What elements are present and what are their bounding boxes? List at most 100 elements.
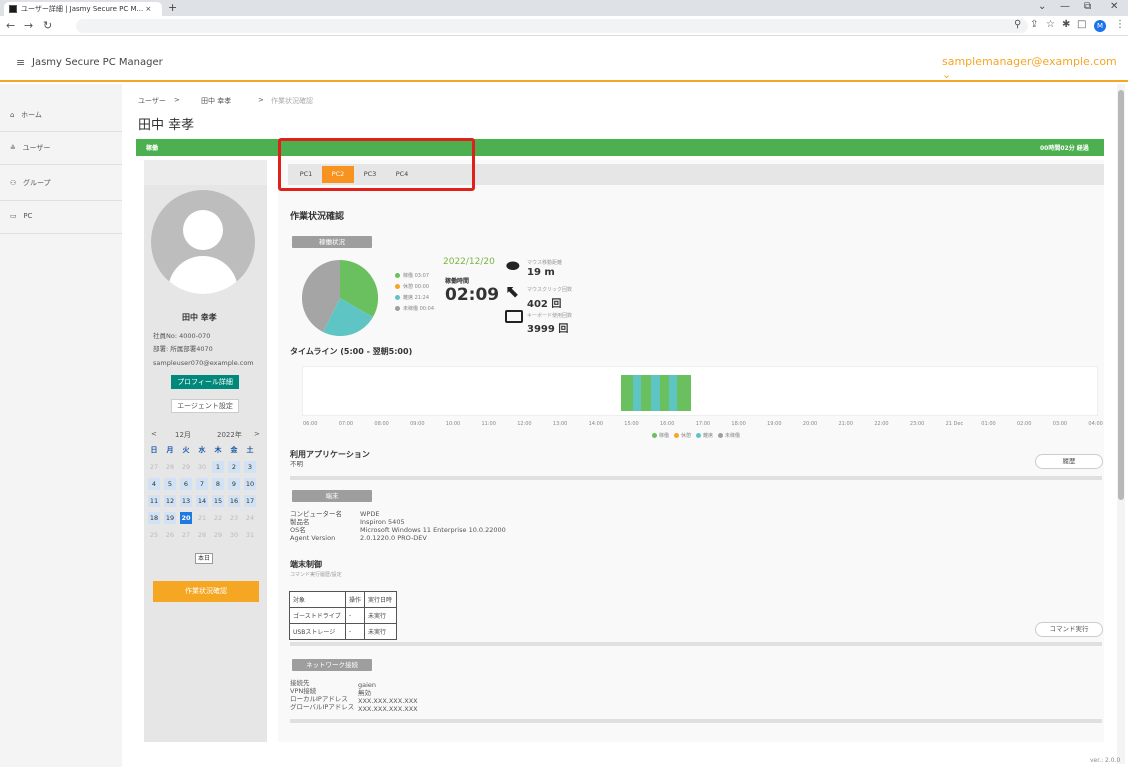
apps-value: 不明: [290, 460, 303, 468]
runtime-label: 稼働時間: [445, 278, 470, 285]
breadcrumb-user[interactable]: 田中 幸孝: [201, 96, 231, 106]
calendar-day[interactable]: 31: [244, 529, 256, 541]
share-icon[interactable]: ⇪: [1030, 19, 1038, 30]
calendar-day[interactable]: 30: [196, 461, 208, 473]
side-panel-icon[interactable]: □: [1077, 19, 1086, 30]
calendar-day[interactable]: 16: [228, 495, 240, 507]
command-execute-button[interactable]: コマンド実行: [1035, 622, 1103, 637]
calendar-day[interactable]: 1: [212, 461, 224, 473]
calendar-day[interactable]: 5: [164, 478, 176, 490]
zoom-icon[interactable]: ⚲: [1014, 19, 1021, 30]
calendar-day[interactable]: 8: [212, 478, 224, 490]
profile-avatar[interactable]: M: [1094, 20, 1106, 32]
calendar-day[interactable]: 25: [148, 529, 160, 541]
divider: [290, 476, 1102, 480]
network-key: VPN接続: [290, 687, 317, 695]
page-title: 田中 幸孝: [138, 118, 195, 133]
calendar-day[interactable]: 11: [148, 495, 160, 507]
calendar-day[interactable]: 3: [244, 461, 256, 473]
hamburger-menu-icon[interactable]: ≡: [16, 56, 25, 69]
network-value: 無効: [358, 689, 371, 697]
timeline-legend-item: 休憩: [674, 432, 691, 439]
calendar-day[interactable]: 20: [180, 512, 192, 524]
status-pie-chart: [302, 260, 378, 336]
calendar-day[interactable]: 17: [244, 495, 256, 507]
calendar-day[interactable]: 2: [228, 461, 240, 473]
keyboard-label: キーボード使用回数: [527, 313, 573, 319]
tab-search-icon[interactable]: ⌄: [1038, 1, 1046, 12]
network-key: ローカルIPアドレス: [290, 695, 348, 703]
work-status-button[interactable]: 作業状況確認: [153, 581, 259, 602]
calendar-day[interactable]: 30: [228, 529, 240, 541]
calendar-day[interactable]: 6: [180, 478, 192, 490]
calendar-day[interactable]: 7: [196, 478, 208, 490]
agent-settings-button[interactable]: エージェント設定: [171, 399, 239, 413]
calendar-day[interactable]: 29: [180, 461, 192, 473]
calendar-day[interactable]: 27: [148, 461, 160, 473]
reload-icon[interactable]: ↻: [43, 19, 52, 32]
calendar-day[interactable]: 9: [228, 478, 240, 490]
calendar-day[interactable]: 22: [212, 512, 224, 524]
account-menu[interactable]: samplemanager@example.com ⌄: [942, 55, 1128, 81]
calendar-day[interactable]: 19: [164, 512, 176, 524]
timeline-tick-label: 23:00: [909, 421, 925, 427]
extensions-icon[interactable]: ✱: [1062, 19, 1070, 30]
calendar-next[interactable]: >: [254, 430, 260, 438]
calendar-day[interactable]: 18: [148, 512, 160, 524]
browser-tab[interactable]: ユーザー詳細 | Jasmy Secure PC M... ×: [4, 2, 162, 16]
legend-label: 離席 21:24: [403, 295, 429, 301]
timeline-tick-label: 14:00: [588, 421, 604, 427]
sidebar-item-pc[interactable]: ▭ PC: [10, 212, 32, 220]
scrollbar-thumb[interactable]: [1118, 90, 1124, 500]
calendar-day[interactable]: 27: [180, 529, 192, 541]
sidebar-item-users[interactable]: ≗ ユーザー: [10, 143, 50, 153]
back-icon[interactable]: ←: [6, 19, 15, 32]
calendar-day[interactable]: 4: [148, 478, 160, 490]
address-bar[interactable]: [76, 19, 1028, 33]
close-window-icon[interactable]: ✕: [1110, 1, 1118, 12]
calendar-day[interactable]: 28: [164, 461, 176, 473]
timeline-tick-label: 21:00: [838, 421, 853, 427]
forward-icon[interactable]: →: [24, 19, 33, 32]
terminal-key: 製品名: [290, 518, 310, 526]
today-button[interactable]: 本日: [195, 553, 213, 564]
sidebar-item-label: ユーザー: [22, 144, 51, 152]
network-value: gaien: [358, 681, 377, 689]
sidebar-item-home[interactable]: ⌂ ホーム: [10, 110, 42, 120]
minimize-icon[interactable]: —: [1060, 1, 1070, 12]
terminal-value: 2.0.1220.0 PRO-DEV: [360, 534, 427, 542]
calendar-day[interactable]: 26: [164, 529, 176, 541]
calendar-day[interactable]: 21: [196, 512, 208, 524]
network-key: グローバルIPアドレス: [290, 703, 355, 711]
breadcrumb-users[interactable]: ユーザー: [138, 96, 166, 106]
profile-detail-button[interactable]: プロフィール詳細: [171, 375, 239, 389]
calendar-day[interactable]: 28: [196, 529, 208, 541]
calendar-day[interactable]: 23: [228, 512, 240, 524]
timeline-tick-label: 09:00: [410, 421, 425, 427]
calendar-prev[interactable]: <: [151, 430, 157, 438]
sidebar-item-groups[interactable]: ⚇ グループ: [10, 178, 51, 188]
bookmark-star-icon[interactable]: ☆: [1046, 19, 1055, 30]
breadcrumb-separator: >: [258, 96, 264, 104]
table-header-row: 対象 操作 実行日時: [289, 591, 398, 608]
table-cell: 未実行: [364, 623, 398, 640]
maximize-icon[interactable]: ⧉: [1084, 1, 1091, 12]
legend-dot: [652, 433, 657, 438]
terminal-key: Agent Version: [290, 534, 336, 542]
calendar-day[interactable]: 12: [164, 495, 176, 507]
timeline-tick-label: 22:00: [874, 421, 889, 427]
timeline-bar-away: [651, 375, 660, 411]
legend-dot: [718, 433, 724, 438]
calendar-day[interactable]: 15: [212, 495, 224, 507]
control-subheading: コマンド実行履歴/設定: [290, 572, 342, 578]
history-button[interactable]: 履歴: [1035, 454, 1103, 469]
calendar-day[interactable]: 24: [244, 512, 256, 524]
network-value: XXX.XXX.XXX.XXX: [358, 705, 418, 713]
calendar-day[interactable]: 14: [196, 495, 208, 507]
calendar-day[interactable]: 29: [212, 529, 224, 541]
calendar-day[interactable]: 13: [180, 495, 192, 507]
browser-menu-icon[interactable]: ⋮: [1115, 19, 1125, 30]
timeline-bar-away: [669, 375, 677, 411]
new-tab-button[interactable]: +: [168, 1, 177, 14]
calendar-day[interactable]: 10: [244, 478, 256, 490]
